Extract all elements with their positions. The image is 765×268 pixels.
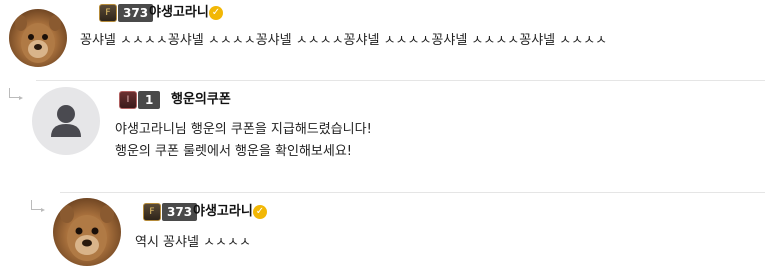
level-badge: F 373	[143, 203, 198, 221]
nickname[interactable]: 행운의쿠폰	[171, 91, 231, 109]
avatar[interactable]	[32, 87, 100, 155]
comment-text: 꽁샤넬 ㅅㅅㅅㅅ꽁샤넬 ㅅㅅㅅㅅ꽁샤넬 ㅅㅅㅅㅅ꽁샤넬 ㅅㅅㅅㅅ꽁샤넬 ㅅㅅㅅㅅ…	[80, 33, 608, 48]
avatar[interactable]	[53, 198, 121, 266]
level-badge: F 373	[99, 4, 154, 22]
divider	[60, 192, 765, 193]
level-badge-icon: I	[119, 91, 137, 109]
comment-text-line-2: 행운의 쿠폰 룰렛에서 행운을 확인해보세요!	[115, 144, 353, 159]
level-number: 373	[118, 4, 154, 22]
nickname[interactable]: 야생고라니	[149, 4, 209, 22]
deer-face-image	[60, 205, 114, 261]
reply-arrow-icon	[9, 88, 23, 100]
level-badge: I 1	[119, 91, 161, 109]
level-badge-icon: F	[99, 4, 117, 22]
comment-text-line-1: 야생고라니님 행운의 쿠폰을 지급해드렸습니다!	[115, 122, 372, 137]
reply-arrow-icon	[31, 200, 45, 212]
verified-check-icon: ✓	[253, 205, 267, 219]
divider	[36, 80, 765, 81]
person-silhouette-icon	[51, 105, 81, 137]
level-number: 1	[138, 91, 161, 109]
avatar[interactable]	[9, 9, 67, 67]
deer-face-image	[15, 15, 61, 63]
level-badge-icon: F	[143, 203, 161, 221]
level-number: 373	[162, 203, 198, 221]
nickname[interactable]: 야생고라니	[193, 203, 253, 221]
comment-text: 역시 꽁샤넬 ㅅㅅㅅㅅ	[135, 235, 251, 250]
verified-check-icon: ✓	[209, 6, 223, 20]
